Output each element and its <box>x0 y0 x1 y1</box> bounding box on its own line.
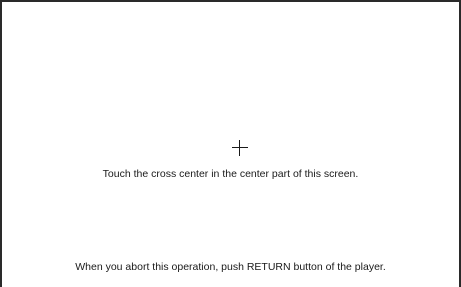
abort-instruction-text: When you abort this operation, push RETU… <box>75 261 386 273</box>
calibration-screen[interactable]: Touch the cross center in the center par… <box>0 0 461 287</box>
touch-instruction-text: Touch the cross center in the center par… <box>102 168 359 180</box>
crosshair-icon[interactable] <box>232 140 248 156</box>
crosshair-vertical-line <box>239 140 240 156</box>
crosshair-horizontal-line <box>232 147 248 148</box>
